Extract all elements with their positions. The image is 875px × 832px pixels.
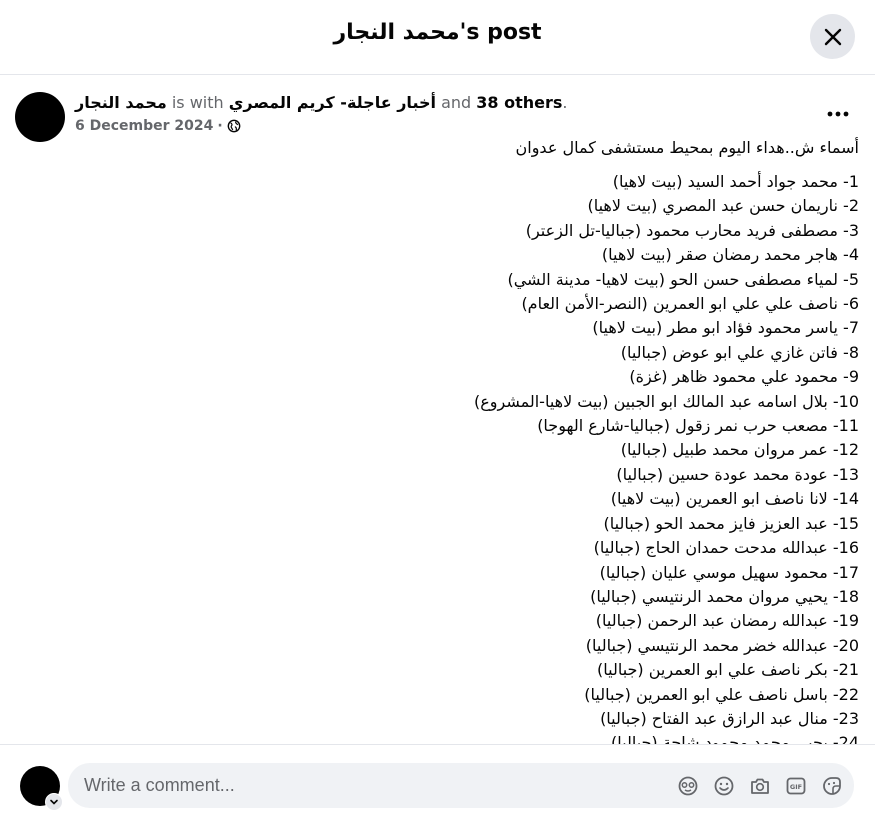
name-line: 17- محمود سهيل موسي عليان (جباليا)	[599, 562, 859, 582]
more-options-button[interactable]	[822, 102, 854, 126]
chevron-down-icon	[50, 799, 58, 805]
camera-button[interactable]	[748, 774, 772, 798]
comment-bar: GIF	[0, 745, 875, 832]
post-body: محمد النجار is with أخبار عاجلة- كريم ال…	[0, 76, 875, 744]
post-text: أسماء ش..هداء اليوم بمحيط مستشفى كمال عد…	[99, 136, 859, 744]
tagged-page[interactable]: أخبار عاجلة- كريم المصري	[229, 93, 436, 112]
name-line: 24- يحيي محمد محمود شاحة (جباليا)	[611, 733, 859, 744]
others-link[interactable]: 38 others	[476, 93, 562, 112]
period: .	[562, 93, 568, 112]
author-avatar[interactable]	[15, 92, 65, 142]
name-line: 3- مصطفى فريد محارب محمود (جباليا-تل الز…	[525, 220, 859, 240]
name-line: 21- بكر ناصف علي ابو العمرين (جباليا)	[597, 660, 859, 680]
name-line: 22- باسل ناصف علي ابو العمرين (جباليا)	[584, 684, 859, 704]
sticker-button[interactable]	[820, 774, 844, 798]
post-intro: أسماء ش..هداء اليوم بمحيط مستشفى كمال عد…	[515, 138, 860, 157]
comment-input[interactable]	[82, 774, 666, 797]
name-line: 16- عبدالله مدحت حمدان الحاج (جباليا)	[593, 538, 859, 558]
meta-separator: ·	[217, 118, 223, 134]
and-text: and	[441, 93, 472, 112]
emoji-button[interactable]	[712, 774, 736, 798]
name-line: 19- عبدالله رمضان عبد الرحمن (جباليا)	[595, 611, 859, 631]
avatar-sticker-button[interactable]	[676, 774, 700, 798]
name-line: 4- هاجر محمد رمضان صقر (بيت لاهيا)	[601, 245, 859, 265]
name-line: 20- عبدالله خضر محمد الرنتيسي (جباليا)	[585, 635, 859, 655]
globe-icon	[227, 119, 241, 133]
emoji-icon	[714, 776, 734, 796]
gif-icon: GIF	[786, 777, 806, 795]
names-list: 1- محمد جواد أحمد السيد (بيت لاهيا) 2- نا…	[99, 170, 859, 744]
name-line: 7- ياسر محمود فؤاد ابو مطر (بيت لاهيا)	[592, 318, 859, 338]
more-icon	[827, 111, 849, 117]
name-line: 1- محمد جواد أحمد السيد (بيت لاهيا)	[612, 172, 859, 191]
with-text: is with	[171, 93, 224, 112]
name-line: 2- ناريمان حسن عبد المصري (بيت لاهيا)	[587, 196, 859, 216]
name-line: 10- بلال اسامه عبد المالك ابو الجبين (بي…	[473, 391, 859, 411]
post-author-line: محمد النجار is with أخبار عاجلة- كريم ال…	[75, 93, 568, 112]
svg-text:GIF: GIF	[790, 783, 802, 791]
comment-tools: GIF	[676, 774, 844, 798]
close-icon	[824, 28, 841, 45]
name-line: 9- محمود علي محمود ظاهر (غزة)	[629, 367, 859, 387]
name-line: 13- عودة محمد عودة حسين (جباليا)	[616, 464, 859, 484]
camera-icon	[751, 778, 769, 794]
name-line: 23- منال عبد الرازق عبد الفتاح (جباليا)	[600, 708, 859, 728]
name-line: 14- لانا ناصف ابو العمرين (بيت لاهيا)	[610, 489, 859, 509]
sticker-icon	[823, 777, 841, 795]
comment-box[interactable]: GIF	[68, 763, 854, 808]
dialog-title: محمد النجار's post	[333, 20, 542, 45]
name-line: 5- لمياء مصطفى حسن الحو (بيت لاهيا- مدين…	[507, 269, 859, 289]
post-meta: 6 December 2024 ·	[75, 118, 241, 134]
gif-button[interactable]: GIF	[784, 774, 808, 798]
close-button[interactable]	[810, 14, 855, 59]
name-line: 12- عمر مروان محمد طبيل (جباليا)	[620, 440, 859, 460]
name-line: 6- ناصف علي علي ابو العمرين (النصر-الأمن…	[521, 294, 859, 314]
author-name[interactable]: محمد النجار	[75, 93, 167, 112]
name-line: 18- يحيي مروان محمد الرنتيسي (جباليا)	[590, 586, 859, 606]
avatar-sticker-icon	[678, 776, 698, 796]
post-date[interactable]: 6 December 2024	[75, 118, 213, 134]
dialog-header: محمد النجار's post	[0, 0, 875, 75]
account-switch-button[interactable]	[45, 793, 63, 811]
name-line: 11- مصعب حرب نمر زقول (جباليا-شارع الهوج…	[537, 416, 859, 436]
name-line: 15- عبد العزيز فايز محمد الحو (جباليا)	[603, 513, 860, 533]
name-line: 8- فاتن غازي علي ابو عوض (جباليا)	[620, 342, 859, 362]
